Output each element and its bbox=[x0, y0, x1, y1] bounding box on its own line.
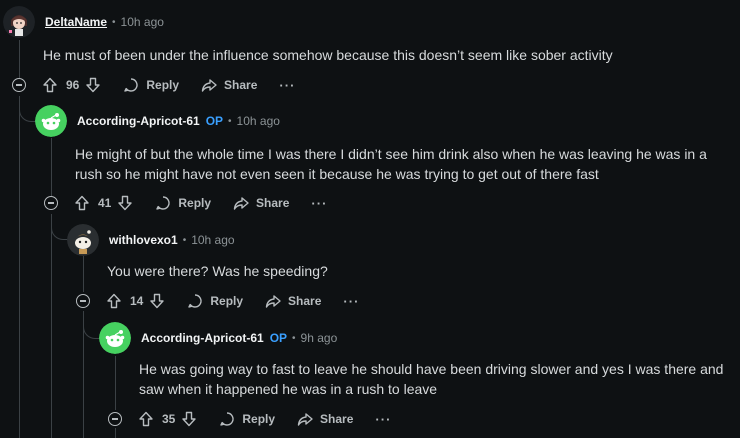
share-button[interactable]: Share bbox=[297, 411, 353, 427]
reply-label: Reply bbox=[178, 196, 212, 210]
vote-score: 41 bbox=[98, 196, 112, 210]
user-avatar[interactable] bbox=[35, 105, 67, 137]
comment-body: You were there? Was he speeding? bbox=[107, 263, 328, 279]
thread-branch bbox=[51, 214, 68, 240]
comment-actions: 35 Reply Share ··· bbox=[108, 407, 391, 431]
reply-label: Reply bbox=[242, 412, 276, 426]
separator-dot: • bbox=[292, 332, 296, 344]
timestamp[interactable]: 10h ago bbox=[237, 114, 280, 128]
timestamp[interactable]: 10h ago bbox=[121, 15, 164, 29]
collapse-button[interactable] bbox=[76, 294, 90, 308]
user-avatar[interactable] bbox=[3, 6, 35, 38]
share-label: Share bbox=[320, 412, 354, 426]
reply-icon bbox=[219, 411, 235, 427]
username[interactable]: According-Apricot-61 bbox=[77, 114, 200, 128]
comment-body: He might of but the whole time I was the… bbox=[75, 146, 707, 182]
op-badge: OP bbox=[269, 331, 288, 345]
reply-icon bbox=[155, 195, 171, 211]
comment-header: According-Apricot-61 OP • 10h ago bbox=[35, 105, 280, 137]
comment-body: He must of been under the influence some… bbox=[43, 47, 613, 63]
share-icon bbox=[265, 293, 281, 309]
downvote-icon[interactable] bbox=[149, 293, 165, 309]
thread-line[interactable] bbox=[115, 356, 116, 410]
vote-score: 35 bbox=[162, 412, 176, 426]
share-icon bbox=[233, 195, 249, 211]
reply-icon bbox=[123, 77, 139, 93]
downvote-icon[interactable] bbox=[181, 411, 197, 427]
share-button[interactable]: Share bbox=[265, 293, 321, 309]
comment-header: withlovexo1 • 10h ago bbox=[67, 224, 235, 256]
comment-body: He was going way to fast to leave he sho… bbox=[139, 361, 724, 397]
op-badge: OP bbox=[205, 114, 224, 128]
username[interactable]: According-Apricot-61 bbox=[141, 331, 264, 345]
more-options-button[interactable]: ··· bbox=[279, 78, 295, 93]
comment-actions: 96 Reply Share ··· bbox=[12, 73, 295, 97]
reply-button[interactable]: Reply bbox=[123, 77, 179, 93]
reply-icon bbox=[187, 293, 203, 309]
share-icon bbox=[201, 77, 217, 93]
thread-branch bbox=[19, 96, 36, 122]
more-options-button[interactable]: ··· bbox=[311, 196, 327, 211]
comment-thread: DeltaName • 10h ago He must of been unde… bbox=[0, 0, 740, 438]
thread-line[interactable] bbox=[51, 214, 52, 438]
share-button[interactable]: Share bbox=[233, 195, 289, 211]
thread-line[interactable] bbox=[19, 96, 20, 438]
username[interactable]: DeltaName bbox=[45, 15, 107, 29]
downvote-icon[interactable] bbox=[85, 77, 101, 93]
separator-dot: • bbox=[228, 115, 232, 127]
downvote-icon[interactable] bbox=[117, 195, 133, 211]
thread-branch bbox=[83, 311, 100, 339]
vote-score: 14 bbox=[130, 294, 144, 308]
upvote-icon[interactable] bbox=[42, 77, 58, 93]
collapse-button[interactable] bbox=[108, 412, 122, 426]
share-button[interactable]: Share bbox=[201, 77, 257, 93]
upvote-icon[interactable] bbox=[74, 195, 90, 211]
more-options-button[interactable]: ··· bbox=[343, 294, 359, 309]
comment-actions: 14 Reply Share ··· bbox=[76, 289, 359, 313]
reply-button[interactable]: Reply bbox=[187, 293, 243, 309]
upvote-icon[interactable] bbox=[106, 293, 122, 309]
timestamp[interactable]: 9h ago bbox=[301, 331, 338, 345]
reply-label: Reply bbox=[146, 78, 180, 92]
vote-score: 96 bbox=[66, 78, 80, 92]
user-avatar[interactable] bbox=[99, 322, 131, 354]
share-label: Share bbox=[224, 78, 258, 92]
thread-line[interactable] bbox=[83, 256, 84, 292]
thread-line[interactable] bbox=[51, 138, 52, 196]
share-icon bbox=[297, 411, 313, 427]
timestamp[interactable]: 10h ago bbox=[191, 233, 234, 247]
username[interactable]: withlovexo1 bbox=[109, 233, 178, 247]
reply-button[interactable]: Reply bbox=[219, 411, 275, 427]
share-label: Share bbox=[288, 294, 322, 308]
share-label: Share bbox=[256, 196, 290, 210]
reply-label: Reply bbox=[210, 294, 244, 308]
collapse-button[interactable] bbox=[12, 78, 26, 92]
comment-header: DeltaName • 10h ago bbox=[3, 6, 164, 38]
more-options-button[interactable]: ··· bbox=[375, 412, 391, 427]
comment-header: According-Apricot-61 OP • 9h ago bbox=[99, 322, 337, 354]
upvote-icon[interactable] bbox=[138, 411, 154, 427]
user-avatar[interactable] bbox=[67, 224, 99, 256]
separator-dot: • bbox=[112, 16, 116, 28]
reply-button[interactable]: Reply bbox=[155, 195, 211, 211]
separator-dot: • bbox=[182, 234, 187, 246]
collapse-button[interactable] bbox=[44, 196, 58, 210]
comment-actions: 41 Reply Share ··· bbox=[44, 191, 327, 215]
